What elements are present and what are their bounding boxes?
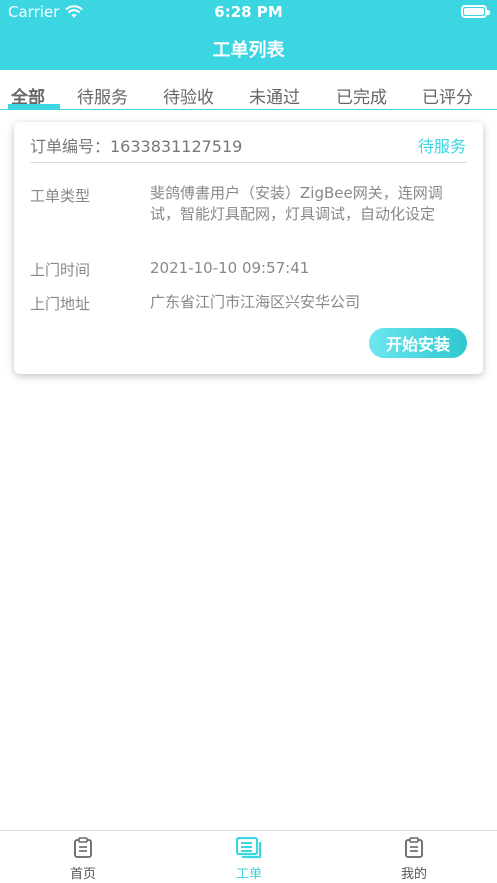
tab-rated[interactable]: 已评分 <box>422 83 473 108</box>
order-status-badge: 待服务 <box>417 137 466 156</box>
visit-time-label: 上门时间 <box>30 261 91 279</box>
active-tab-indicator <box>8 104 60 110</box>
nav-profile-label: 我的 <box>400 867 427 882</box>
work-order-card[interactable]: 订单编号：1633831127519 待服务 工单类型 斐鸽傅書用户（安装）Zi… <box>14 122 483 374</box>
visit-address-value: 广东省江门市江海区兴安华公司 <box>150 293 361 311</box>
card-divider <box>30 162 467 163</box>
tab-completed[interactable]: 已完成 <box>336 83 387 108</box>
bottom-navigation: 首页 工单 我的 <box>0 830 497 883</box>
orders-icon <box>236 837 262 859</box>
status-tabs: 全部 待服务 待验收 未通过 已完成 已评分 <box>0 74 497 110</box>
page-title: 工单列表 <box>212 40 285 61</box>
status-time: 6:28 PM <box>214 3 283 21</box>
start-install-button[interactable]: 开始安装 <box>369 328 467 358</box>
order-type-value: 斐鸽傅書用户（安装）ZigBee网关，连网调试，智能灯具配网，灯具调试，自动化设… <box>150 184 443 223</box>
profile-icon <box>405 837 423 858</box>
nav-orders[interactable]: 工单 <box>209 837 289 882</box>
order-type-label: 工单类型 <box>30 187 91 205</box>
nav-home[interactable]: 首页 <box>43 837 123 882</box>
nav-home-label: 首页 <box>69 867 96 882</box>
tab-pending-service[interactable]: 待服务 <box>77 83 128 108</box>
nav-profile[interactable]: 我的 <box>374 837 454 882</box>
order-number: 订单编号：1633831127519 <box>30 137 243 156</box>
battery-icon <box>461 5 490 18</box>
top-header-bar: Carrier 6:28 PM 工单列表 <box>0 0 497 70</box>
nav-orders-label: 工单 <box>235 867 262 882</box>
status-bar: Carrier 6:28 PM <box>0 0 497 24</box>
visit-address-label: 上门地址 <box>30 295 91 313</box>
tab-not-passed[interactable]: 未通过 <box>249 83 300 108</box>
home-icon <box>74 837 92 858</box>
visit-time-value: 2021-10-10 09:57:41 <box>150 259 310 277</box>
tab-pending-acceptance[interactable]: 待验收 <box>163 83 214 108</box>
